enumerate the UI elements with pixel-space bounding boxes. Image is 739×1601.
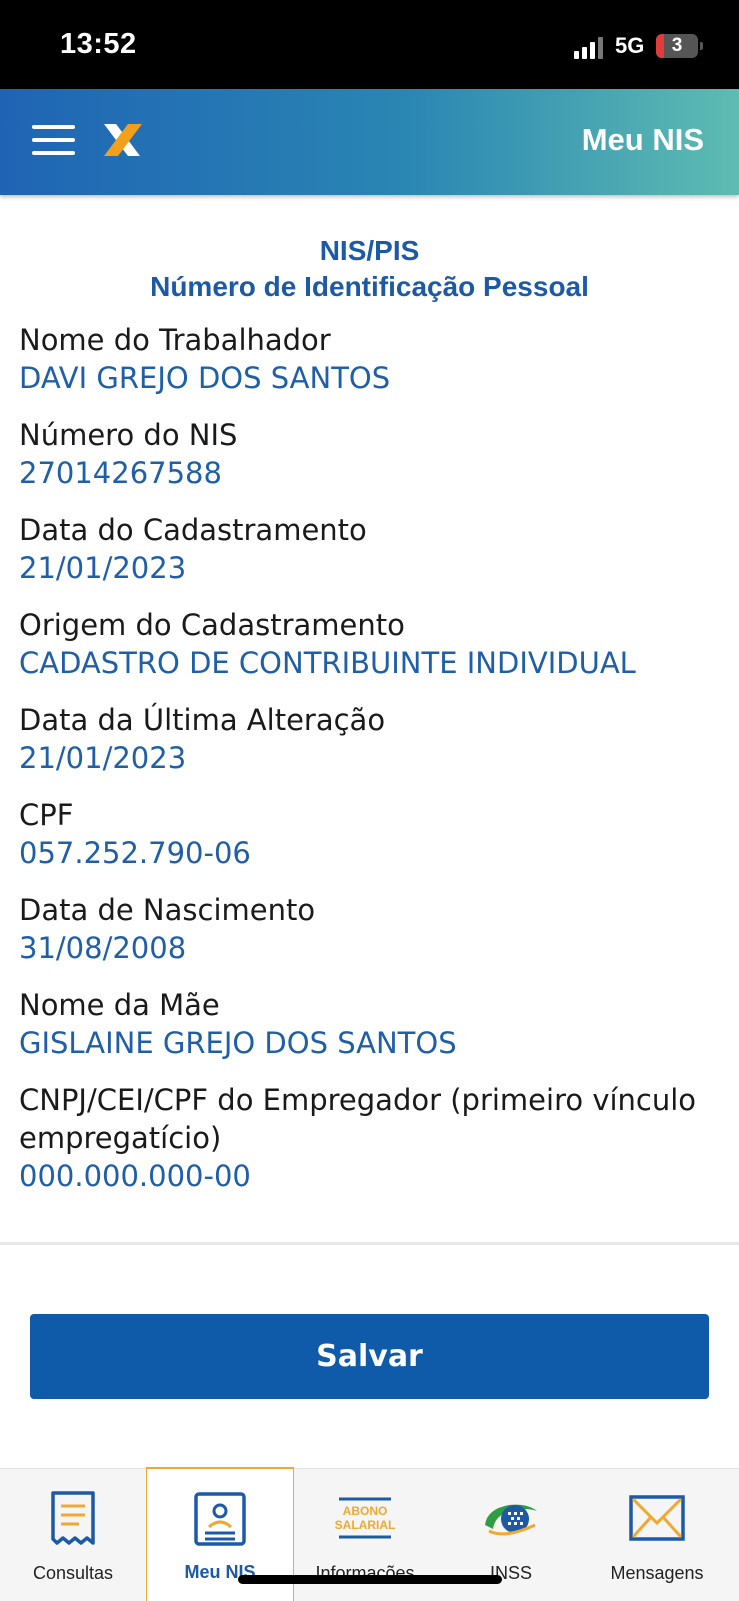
field-registration-date: Data do Cadastramento 21/01/2023 bbox=[19, 511, 719, 587]
salarial-text: SALARIAL bbox=[335, 1518, 395, 1532]
field-mother-name: Nome da Mãe GISLAINE GREJO DOS SANTOS bbox=[19, 986, 719, 1062]
field-value: 000.000.000-00 bbox=[19, 1159, 251, 1193]
abono-text: ABONO bbox=[343, 1504, 388, 1518]
field-label: Data da Última Alteração bbox=[19, 703, 386, 737]
menu-button[interactable] bbox=[32, 125, 76, 157]
app-header: Meu NIS bbox=[0, 89, 739, 195]
status-time: 13:52 bbox=[60, 28, 137, 60]
status-bar: 13:52 5G 3 bbox=[0, 0, 739, 89]
field-label: CNPJ/CEI/CPF do Empregador (primeiro vín… bbox=[19, 1083, 697, 1155]
caixa-logo-icon bbox=[104, 124, 142, 156]
field-label: Número do NIS bbox=[19, 418, 238, 452]
network-type: 5G bbox=[615, 33, 645, 58]
section-subtitle: Número de Identificação Pessoal bbox=[150, 271, 589, 302]
page-title: Meu NIS bbox=[581, 122, 704, 157]
document-list-icon bbox=[51, 1491, 95, 1545]
field-value: 21/01/2023 bbox=[19, 741, 187, 775]
signal-icon bbox=[574, 37, 604, 59]
field-cpf: CPF 057.252.790-06 bbox=[19, 796, 719, 872]
field-value: GISLAINE GREJO DOS SANTOS bbox=[19, 1026, 457, 1060]
save-button[interactable]: Salvar bbox=[30, 1314, 709, 1399]
battery-tip bbox=[700, 42, 703, 50]
field-label: Nome do Trabalhador bbox=[19, 323, 331, 357]
field-value: DAVI GREJO DOS SANTOS bbox=[19, 361, 391, 395]
battery-icon: 3 bbox=[656, 34, 698, 58]
field-value: 27014267588 bbox=[19, 456, 222, 490]
field-label: Nome da Mãe bbox=[19, 988, 220, 1022]
field-value: 31/08/2008 bbox=[19, 931, 187, 965]
field-nis-number: Número do NIS 27014267588 bbox=[19, 416, 719, 492]
field-label: Origem do Cadastramento bbox=[19, 608, 405, 642]
field-label: Data do Cadastramento bbox=[19, 513, 367, 547]
abono-salarial-icon: ABONO SALARIAL bbox=[335, 1497, 395, 1539]
nav-label: Mensagens bbox=[610, 1563, 704, 1583]
nav-label: Consultas bbox=[32, 1563, 114, 1583]
field-value: CADASTRO DE CONTRIBUINTE INDIVIDUAL bbox=[19, 646, 636, 680]
battery-level: 3 bbox=[671, 35, 683, 56]
nav-item-mensagens[interactable]: Mensagens bbox=[584, 1469, 730, 1601]
field-employer-id: CNPJ/CEI/CPF do Empregador (primeiro vín… bbox=[19, 1081, 719, 1195]
inss-logo-icon bbox=[485, 1504, 537, 1536]
nis-details: NIS/PIS Número de Identificação Pessoal … bbox=[0, 195, 739, 1193]
field-label: CPF bbox=[19, 798, 74, 832]
field-value: 057.252.790-06 bbox=[19, 836, 251, 870]
field-label: Data de Nascimento bbox=[19, 893, 316, 927]
field-registration-origin: Origem do Cadastramento CADASTRO DE CONT… bbox=[19, 606, 719, 682]
divider bbox=[0, 1242, 739, 1245]
field-value: 21/01/2023 bbox=[19, 551, 187, 585]
field-worker-name: Nome do Trabalhador DAVI GREJO DOS SANTO… bbox=[19, 321, 719, 397]
field-last-change-date: Data da Última Alteração 21/01/2023 bbox=[19, 701, 719, 777]
field-list: Nome do Trabalhador DAVI GREJO DOS SANTO… bbox=[19, 321, 719, 1214]
id-card-icon bbox=[194, 1492, 246, 1546]
section-title: NIS/PIS bbox=[319, 235, 420, 266]
home-indicator bbox=[238, 1575, 502, 1584]
field-birth-date: Data de Nascimento 31/08/2008 bbox=[19, 891, 719, 967]
envelope-icon bbox=[629, 1495, 685, 1541]
nav-item-consultas[interactable]: Consultas bbox=[0, 1469, 146, 1601]
